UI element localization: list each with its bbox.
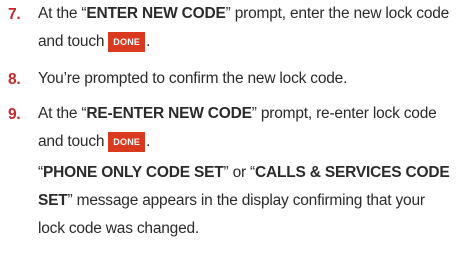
prompt-name: RE-ENTER NEW CODE	[86, 105, 252, 122]
done-button[interactable]: DONE	[108, 131, 146, 152]
text-run: ” message appears in the display confirm…	[67, 192, 425, 209]
text-run: and touch	[38, 133, 105, 150]
step-number: 9.	[8, 106, 21, 123]
text-run: At the “	[38, 5, 87, 22]
note-line: “PHONE ONLY CODE SET” or “CALLS & SERVIC…	[38, 159, 466, 187]
text-run: ” prompt, enter the new lock code	[225, 5, 450, 22]
step-line: At the “ENTER NEW CODE” prompt, enter th…	[38, 0, 466, 28]
step-line: and touch DONE.	[38, 128, 466, 156]
text-run: At the “	[38, 105, 87, 122]
step-text: At the “ENTER NEW CODE” prompt, enter th…	[38, 0, 466, 56]
step-number: 8.	[8, 71, 21, 88]
step-text: At the “RE-ENTER NEW CODE” prompt, re-en…	[38, 100, 466, 156]
step-line: and touch DONE.	[38, 28, 466, 56]
message-name: PHONE ONLY CODE SET	[42, 164, 224, 181]
text-run: ” prompt, re-enter lock code	[251, 105, 437, 122]
message-name: SET	[38, 192, 68, 209]
message-name: CALLS & SERVICES CODE	[255, 164, 450, 181]
text-run: and touch	[38, 33, 105, 50]
manual-page: 7. At the “ENTER NEW CODE” prompt, enter…	[0, 0, 472, 256]
step-text: You’re prompted to confirm the new lock …	[38, 65, 466, 93]
note-line: lock code was changed.	[38, 220, 200, 237]
note-line: SET” message appears in the display conf…	[38, 187, 466, 215]
confirmation-note: “PHONE ONLY CODE SET” or “CALLS & SERVIC…	[38, 159, 466, 243]
text-run: .	[146, 33, 151, 50]
step-number: 7.	[8, 6, 21, 23]
step-line: You’re prompted to confirm the new lock …	[38, 70, 348, 87]
prompt-name: ENTER NEW CODE	[86, 5, 226, 22]
text-run: .	[146, 133, 151, 150]
text-run: ” or “	[223, 164, 256, 181]
step-line: At the “RE-ENTER NEW CODE” prompt, re-en…	[38, 100, 466, 128]
done-button[interactable]: DONE	[108, 31, 146, 52]
